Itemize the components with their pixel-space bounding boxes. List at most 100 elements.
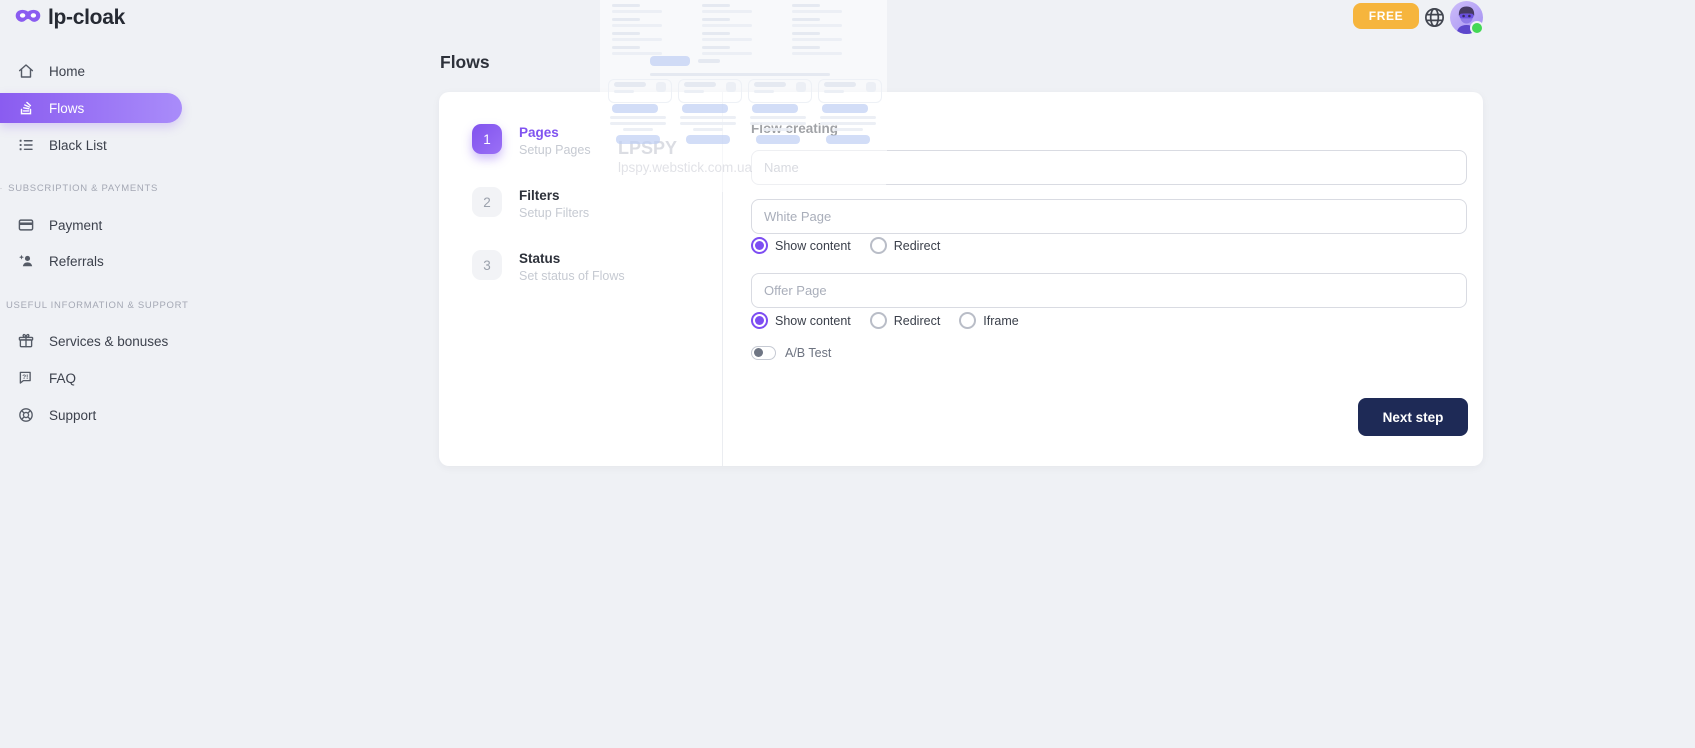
gift-icon: [16, 331, 36, 351]
toggle-knob: [754, 348, 763, 357]
offer-page-show-content-option[interactable]: Show content: [751, 312, 851, 329]
sidebar-item-label: Services & bonuses: [49, 334, 168, 349]
payment-icon: [16, 215, 36, 235]
step-number-badge: 1: [472, 124, 502, 154]
name-input[interactable]: [751, 150, 1467, 185]
svg-text:?!: ?!: [22, 374, 28, 381]
sidebar-item-payment[interactable]: Payment: [0, 207, 182, 243]
ab-test-toggle[interactable]: [751, 346, 776, 360]
ghost-skeleton-block: [612, 24, 662, 27]
ab-test-label: A/B Test: [785, 346, 831, 360]
referrals-icon: [16, 251, 36, 271]
offer-page-input[interactable]: [751, 273, 1467, 308]
sidebar-item-black-list[interactable]: Black List: [0, 128, 182, 162]
app-title: lp-cloak: [48, 6, 125, 30]
user-avatar[interactable]: [1450, 1, 1483, 34]
ghost-skeleton-block: [702, 24, 752, 27]
next-step-button[interactable]: Next step: [1358, 398, 1468, 436]
ghost-skeleton-block: [614, 82, 646, 87]
sidebar-item-label: Black List: [49, 138, 107, 153]
mask-logo-icon: [15, 8, 41, 29]
plan-badge[interactable]: FREE: [1353, 3, 1419, 29]
step-title: Status: [519, 251, 625, 266]
ghost-skeleton-block: [612, 52, 662, 55]
ghost-skeleton-block: [612, 10, 662, 13]
white-page-show-content-option[interactable]: Show content: [751, 237, 851, 254]
ghost-skeleton-block: [866, 82, 876, 92]
ghost-skeleton-block: [656, 82, 666, 92]
step-subtitle: Setup Filters: [519, 206, 589, 220]
ghost-skeleton-block: [702, 38, 752, 41]
ghost-skeleton-block: [792, 10, 842, 13]
ghost-skeleton-block: [612, 38, 662, 41]
radio-unselected-icon[interactable]: [870, 312, 887, 329]
white-page-redirect-option[interactable]: Redirect: [870, 237, 941, 254]
radio-unselected-icon[interactable]: [959, 312, 976, 329]
ghost-skeleton-block: [792, 4, 820, 7]
page-title: Flows: [440, 52, 490, 73]
ghost-skeleton-block: [702, 46, 730, 49]
ghost-skeleton-block: [796, 82, 806, 92]
white-page-input[interactable]: [751, 199, 1467, 234]
sidebar-item-label: Flows: [49, 101, 84, 116]
ghost-skeleton-block: [702, 52, 752, 55]
form-title: Flow creating: [751, 121, 838, 136]
sidebar-item-label: FAQ: [49, 371, 76, 386]
ghost-skeleton-block: [702, 32, 730, 35]
radio-selected-icon[interactable]: [751, 312, 768, 329]
step-title: Pages: [519, 125, 591, 140]
faq-icon: ?!: [16, 368, 36, 388]
sidebar-item-services-bonuses[interactable]: Services & bonuses: [0, 323, 182, 359]
ghost-skeleton-block: [612, 46, 640, 49]
sidebar-item-flows[interactable]: Flows: [0, 93, 182, 123]
sidebar-item-label: Support: [49, 408, 96, 423]
step-subtitle: Setup Pages: [519, 143, 591, 157]
ghost-skeleton-block: [754, 82, 786, 87]
card-divider: [722, 92, 723, 466]
ab-test-row: A/B Test: [751, 346, 831, 360]
blacklist-icon: [16, 135, 36, 155]
sidebar-item-home[interactable]: Home: [0, 54, 182, 88]
ghost-skeleton-block: [792, 52, 842, 55]
sidebar-item-support[interactable]: Support: [0, 397, 182, 433]
sidebar-item-faq[interactable]: ?! FAQ: [0, 360, 182, 396]
sidebar: lp-cloak Home Flows Black List SUBSCRIP: [0, 0, 200, 748]
language-globe-icon[interactable]: [1423, 6, 1446, 29]
ghost-skeleton-block: [650, 56, 690, 66]
app-logo[interactable]: lp-cloak: [15, 6, 125, 30]
radio-selected-icon[interactable]: [751, 237, 768, 254]
ghost-skeleton-block: [702, 10, 752, 13]
sidebar-item-referrals[interactable]: Referrals: [0, 243, 182, 279]
sidebar-item-label: Home: [49, 64, 85, 79]
step-title: Filters: [519, 188, 589, 203]
support-icon: [16, 405, 36, 425]
ghost-skeleton-block: [698, 59, 720, 63]
step-subtitle: Set status of Flows: [519, 269, 625, 283]
ghost-skeleton-block: [684, 82, 716, 87]
radio-unselected-icon[interactable]: [870, 237, 887, 254]
ghost-skeleton-block: [612, 18, 640, 21]
sidebar-item-label: Referrals: [49, 254, 104, 269]
sidebar-section-header: USEFUL INFORMATION & SUPPORT: [0, 300, 182, 311]
ghost-skeleton-block: [702, 4, 730, 7]
ghost-skeleton-block: [792, 18, 820, 21]
ghost-skeleton-block: [792, 38, 842, 41]
ghost-skeleton-block: [612, 32, 640, 35]
step-status[interactable]: 3 Status Set status of Flows: [472, 250, 625, 283]
sidebar-section-header: SUBSCRIPTION & PAYMENTS: [0, 183, 182, 194]
step-pages[interactable]: 1 Pages Setup Pages: [472, 124, 591, 157]
flow-creating-card: 1 Pages Setup Pages 2 Filters Setup Filt…: [439, 92, 1483, 466]
sidebar-item-label: Payment: [49, 218, 102, 233]
ghost-skeleton-block: [726, 82, 736, 92]
ghost-skeleton-block: [612, 4, 640, 7]
step-number-badge: 3: [472, 250, 502, 280]
step-filters[interactable]: 2 Filters Setup Filters: [472, 187, 589, 220]
offer-page-iframe-option[interactable]: Iframe: [959, 312, 1018, 329]
ghost-skeleton-block: [650, 73, 830, 76]
home-icon: [16, 61, 36, 81]
ghost-skeleton-block: [702, 18, 730, 21]
offer-page-redirect-option[interactable]: Redirect: [870, 312, 941, 329]
ghost-skeleton-block: [792, 32, 820, 35]
step-number-badge: 2: [472, 187, 502, 217]
white-page-mode-options: Show content Redirect: [751, 237, 940, 254]
